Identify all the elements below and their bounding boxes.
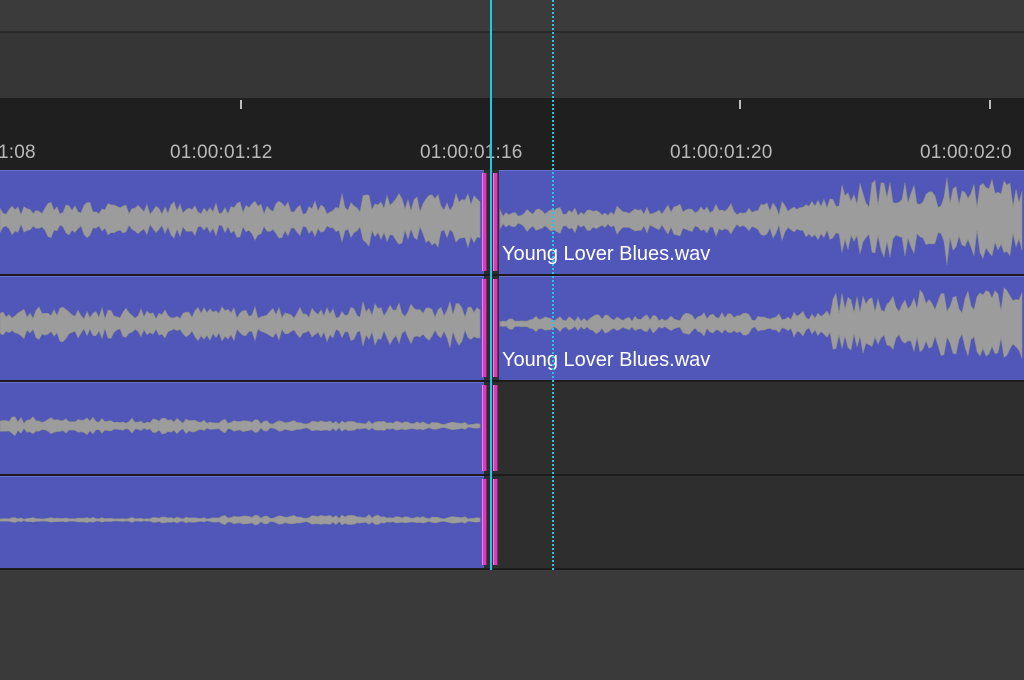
clip-label: Young Lover Blues.wav xyxy=(502,349,711,371)
waveform xyxy=(0,416,481,437)
edit-point-marker[interactable] xyxy=(482,385,487,471)
timecode-label: 01:00:01:20 xyxy=(670,142,773,163)
clip-label: Young Lover Blues.wav xyxy=(502,243,711,265)
audio-track-3[interactable] xyxy=(0,382,1024,474)
edit-point-marker[interactable] xyxy=(493,479,498,565)
audio-track-4[interactable] xyxy=(0,476,1024,568)
waveform xyxy=(0,514,481,526)
edit-point-marker[interactable] xyxy=(482,173,487,271)
playhead[interactable] xyxy=(490,0,492,570)
edit-point-marker[interactable] xyxy=(493,279,498,377)
empty-timeline-area xyxy=(0,570,1024,680)
timecode-label: 01:00:01:12 xyxy=(170,142,273,163)
audio-track-2[interactable]: Young Lover Blues.wav xyxy=(0,276,1024,380)
ruler-tick xyxy=(739,100,741,109)
timecode-ruler[interactable]: 1:08 01:00:01:12 01:00:01:16 01:00:01:20… xyxy=(0,98,1024,170)
ruler-tick xyxy=(240,100,242,109)
edit-point-marker[interactable] xyxy=(482,279,487,377)
skimmer-line xyxy=(552,0,554,570)
timeline-header xyxy=(0,33,1024,98)
timecode-label: 1:08 xyxy=(0,142,36,163)
edit-point-marker[interactable] xyxy=(493,385,498,471)
edit-point-marker[interactable] xyxy=(493,173,498,271)
top-toolbar xyxy=(0,0,1024,33)
timecode-label: 01:00:02:0 xyxy=(920,142,1012,163)
timecode-label: 01:00:01:16 xyxy=(420,142,523,163)
audio-track-1[interactable]: Young Lover Blues.wav xyxy=(0,170,1024,274)
ruler-tick xyxy=(989,100,991,109)
edit-point-marker[interactable] xyxy=(482,479,487,565)
